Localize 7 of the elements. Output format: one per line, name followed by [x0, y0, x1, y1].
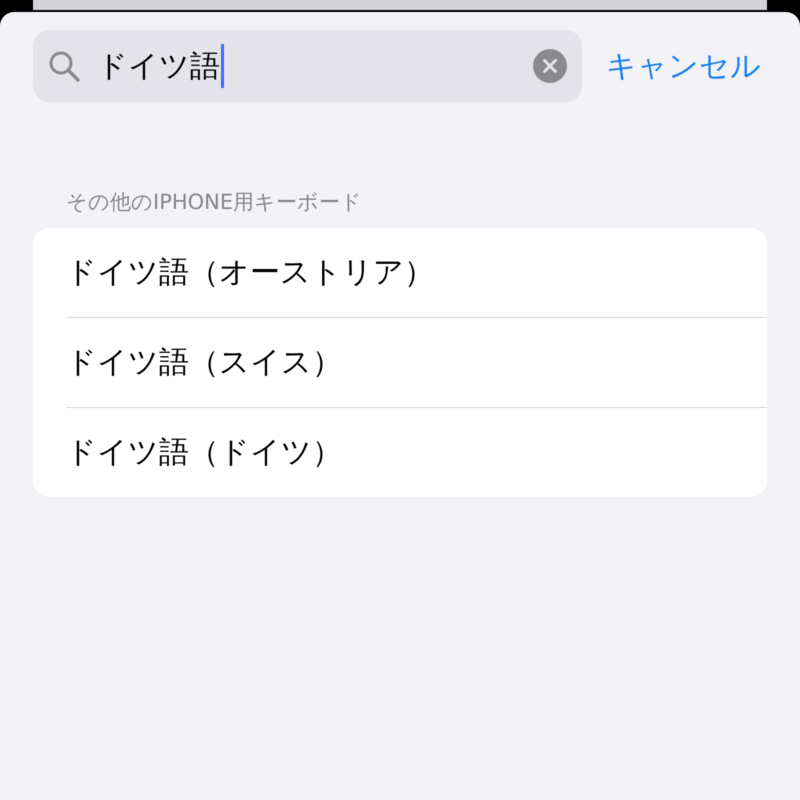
keyboard-item[interactable]: ドイツ語（スイス）	[66, 342, 342, 383]
section-header: その他のIPHONE用キーボード	[66, 189, 364, 216]
clear-icon[interactable]	[533, 49, 567, 83]
search-field[interactable]: ドイツ語	[33, 30, 582, 102]
keyboard-item[interactable]: ドイツ語（ドイツ）	[66, 432, 342, 473]
search-icon	[48, 50, 80, 82]
keyboard-item[interactable]: ドイツ語（オーストリア）	[66, 252, 434, 293]
